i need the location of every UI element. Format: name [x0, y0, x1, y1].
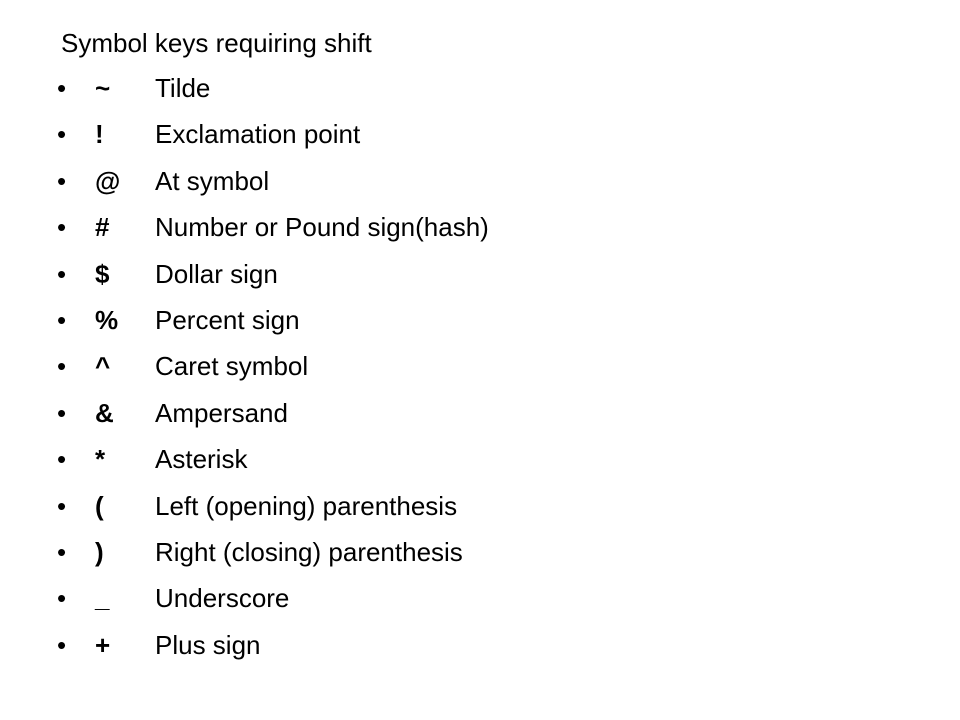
list-item-dollar: • $ Dollar sign	[0, 258, 700, 304]
symbol-glyph: _	[95, 583, 110, 614]
bullet-icon: •	[57, 351, 67, 382]
bullet-icon: •	[57, 212, 67, 243]
symbol-description: At symbol	[155, 165, 270, 196]
bullet-icon: •	[57, 119, 67, 150]
symbol-glyph: !	[95, 119, 104, 150]
bullet-icon: •	[57, 73, 67, 103]
list-item-ampersand: • & Ampersand	[0, 397, 700, 443]
bullet-icon: •	[57, 490, 67, 521]
list-item-plus: • + Plus sign	[0, 629, 700, 675]
list-item-tilde: • ~ Tilde	[0, 72, 700, 118]
bullet-icon: •	[57, 258, 67, 289]
list-item-underscore: • _ Underscore	[0, 582, 700, 628]
symbol-description: Dollar sign	[155, 258, 278, 289]
symbol-glyph: @	[95, 165, 121, 196]
symbol-glyph: (	[95, 490, 104, 521]
symbol-glyph: ~	[95, 73, 111, 103]
symbol-glyph: )	[95, 536, 104, 567]
symbol-glyph: %	[95, 304, 119, 335]
list-item-exclamation: • ! Exclamation point	[0, 118, 700, 164]
symbol-description: Tilde	[155, 73, 211, 103]
symbol-glyph: *	[95, 444, 106, 475]
bullet-icon: •	[57, 397, 67, 428]
symbol-description: Plus sign	[155, 629, 261, 660]
symbol-glyph: #	[95, 212, 110, 243]
symbol-description: Percent sign	[155, 304, 300, 335]
symbol-glyph: +	[95, 629, 111, 660]
symbol-description: Ampersand	[155, 397, 288, 428]
list-item-hash: • # Number or Pound sign(hash)	[0, 211, 700, 257]
symbol-description: Underscore	[155, 583, 290, 614]
bullet-icon: •	[57, 536, 67, 567]
symbol-glyph: &	[95, 397, 114, 428]
slide-title: Symbol keys requiring shift	[61, 28, 372, 58]
bullet-icon: •	[57, 629, 67, 660]
list-item-right-parenthesis: • ) Right (closing) parenthesis	[0, 536, 700, 582]
symbol-list: • ~ Tilde • ! Exclamation point • @ At s…	[0, 72, 700, 675]
list-item-caret: • ^ Caret symbol	[0, 350, 700, 396]
symbol-description: Asterisk	[155, 444, 248, 475]
symbol-description: Exclamation point	[155, 119, 361, 150]
symbol-description: Right (closing) parenthesis	[155, 536, 463, 567]
symbol-description: Left (opening) parenthesis	[155, 490, 458, 521]
bullet-icon: •	[57, 583, 67, 614]
bullet-icon: •	[57, 444, 67, 475]
list-item-asterisk: • * Asterisk	[0, 443, 700, 489]
list-item-at: • @ At symbol	[0, 165, 700, 211]
symbol-description: Caret symbol	[155, 351, 309, 382]
list-item-percent: • % Percent sign	[0, 304, 700, 350]
list-item-left-parenthesis: • ( Left (opening) parenthesis	[0, 490, 700, 536]
symbol-glyph: $	[95, 258, 110, 289]
bullet-icon: •	[57, 304, 67, 335]
bullet-icon: •	[57, 165, 67, 196]
symbol-glyph: ^	[95, 351, 111, 382]
symbol-description: Number or Pound sign(hash)	[155, 212, 489, 243]
